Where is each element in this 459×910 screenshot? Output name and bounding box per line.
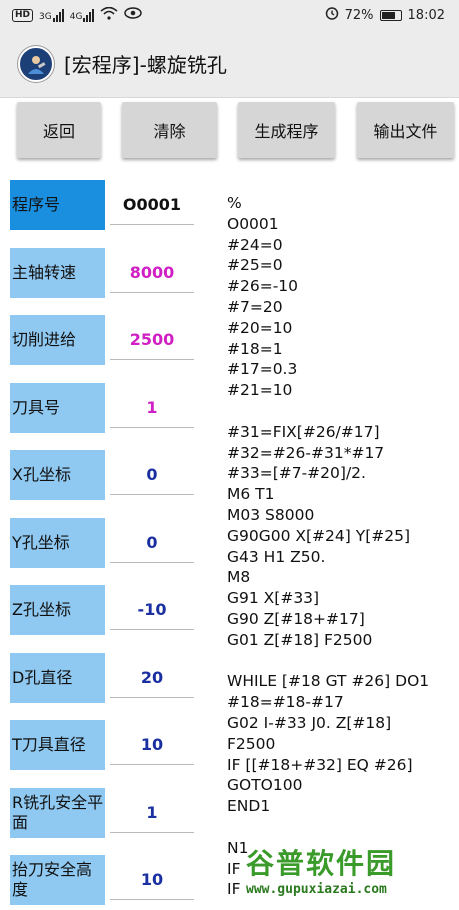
- code-line: END1: [227, 797, 271, 816]
- code-line: #18=1: [227, 339, 283, 358]
- app-title-bar: [宏程序]-螺旋铣孔: [0, 30, 459, 98]
- code-line: G02 I-#33 J0. Z[#18]: [227, 713, 392, 732]
- signal-1-label: 3G: [39, 11, 52, 22]
- code-line: #26=-10: [227, 277, 299, 296]
- label-hole-y: Y孔坐标: [10, 518, 105, 568]
- program-code-view[interactable]: % O0001 #24=0 #25=0 #26=-10 #7=20 #20=10 #18=1 #…: [227, 193, 459, 900]
- label-retract-safe-height: 抬刀安全高度: [10, 855, 105, 905]
- input-hole-z[interactable]: -10: [110, 590, 194, 630]
- input-hole-x[interactable]: 0: [110, 455, 194, 495]
- code-line: #33=[#7-#20]/2.: [227, 464, 366, 483]
- page-title: [宏程序]-螺旋铣孔: [64, 53, 227, 77]
- code-line: WHILE [#18 GT #26] DO1: [227, 672, 430, 691]
- code-line: G91 X[#33]: [227, 589, 320, 608]
- input-hole-y[interactable]: 0: [110, 523, 194, 563]
- back-button[interactable]: 返回: [17, 102, 101, 158]
- code-line: #17=0.3: [227, 360, 298, 379]
- export-file-button[interactable]: 输出文件: [357, 102, 454, 158]
- input-retract-safe-height[interactable]: 10: [110, 860, 194, 900]
- signal-icon-1: 3G: [39, 8, 64, 22]
- code-line: #31=FIX[#26/#17]: [227, 422, 380, 441]
- label-cutting-feed: 切削进给: [10, 315, 105, 365]
- signal-icon-2: 4G: [69, 8, 95, 22]
- watermark: 谷普软件园 www.gupuxiazai.com: [246, 842, 456, 908]
- code-line: %: [227, 194, 242, 212]
- input-hole-diameter[interactable]: 20: [110, 658, 194, 698]
- input-tool-diameter[interactable]: 10: [110, 725, 194, 765]
- code-line: M6 T1: [227, 485, 275, 504]
- hd-badge: HD: [12, 8, 34, 22]
- label-hole-diameter: D孔直径: [10, 653, 105, 703]
- input-milling-safe-plane[interactable]: 1: [110, 793, 194, 833]
- code-line: F2500: [227, 734, 276, 753]
- battery-percent: 72%: [344, 7, 374, 23]
- watermark-text: 谷普软件园: [246, 847, 397, 880]
- code-line: M8: [227, 568, 251, 587]
- wifi-icon: [100, 6, 118, 24]
- code-line: G43 H1 Z50.: [227, 547, 326, 566]
- input-spindle-speed[interactable]: 8000: [110, 253, 194, 293]
- code-line: IF [[#18+#32] EQ #26]: [227, 755, 413, 774]
- input-program-number[interactable]: O0001: [110, 185, 194, 225]
- code-line: GOTO100: [227, 776, 303, 795]
- status-bar: HD 3G 4G 72% 18:02: [0, 0, 459, 30]
- app-logo-icon: [18, 45, 54, 82]
- label-spindle-speed: 主轴转速: [10, 248, 105, 298]
- label-program-number: 程序号: [10, 180, 105, 230]
- label-hole-z: Z孔坐标: [10, 585, 105, 635]
- label-tool-diameter: T刀具直径: [10, 720, 105, 770]
- code-line: O0001: [227, 214, 279, 233]
- code-line: #20=10: [227, 318, 293, 337]
- alarm-icon: [325, 6, 339, 24]
- input-cutting-feed[interactable]: 2500: [110, 320, 194, 360]
- clear-button[interactable]: 清除: [122, 102, 217, 158]
- input-tool-number[interactable]: 1: [110, 388, 194, 428]
- generate-program-button[interactable]: 生成程序: [238, 102, 335, 158]
- code-line: #18=#18-#17: [227, 693, 344, 712]
- code-line: #25=0: [227, 256, 283, 275]
- eye-icon: [124, 7, 143, 23]
- label-tool-number: 刀具号: [10, 383, 105, 433]
- status-left: HD 3G 4G: [12, 6, 143, 24]
- battery-icon: [379, 9, 402, 21]
- code-line: M03 S8000: [227, 505, 315, 524]
- code-line: G90 Z[#18+#17]: [227, 609, 365, 628]
- code-line: G01 Z[#18] F2500: [227, 630, 373, 649]
- label-hole-x: X孔坐标: [10, 450, 105, 500]
- signal-2-label: 4G: [69, 11, 83, 22]
- code-line: #21=10: [227, 381, 293, 400]
- status-right: 72% 18:02: [325, 6, 445, 24]
- code-line: #7=20: [227, 297, 283, 316]
- toolbar: 返回 清除 生成程序 输出文件: [0, 100, 459, 160]
- watermark-url: www.gupuxiazai.com: [246, 882, 387, 897]
- code-line: G90G00 X[#24] Y[#25]: [227, 526, 411, 545]
- clock-time: 18:02: [407, 7, 445, 23]
- code-line: #24=0: [227, 235, 283, 254]
- code-line: #32=#26-#31*#17: [227, 443, 385, 462]
- label-milling-safe-plane: R铣孔安全平面: [10, 788, 105, 838]
